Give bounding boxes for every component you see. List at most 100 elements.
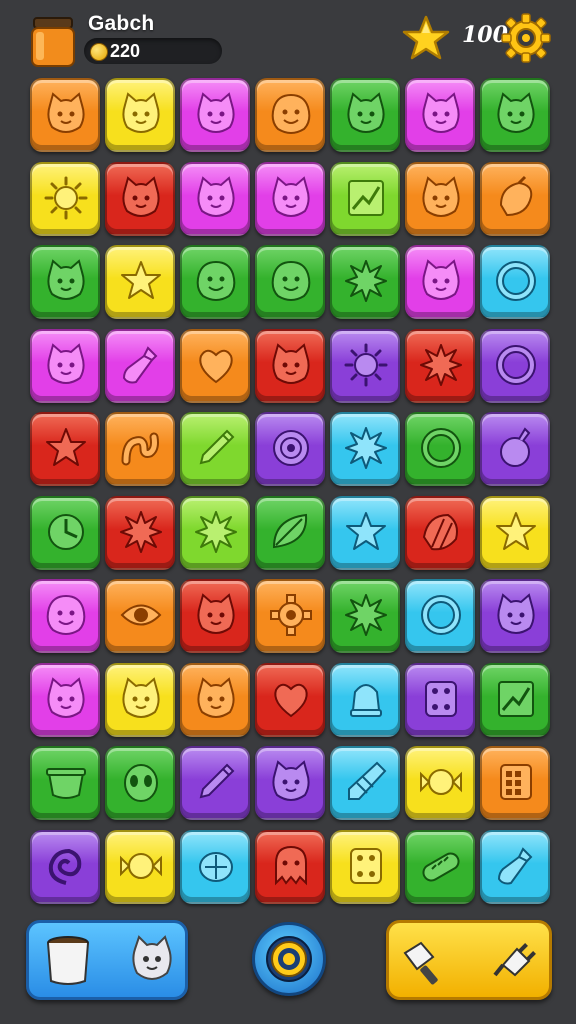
cat-face-icon — [272, 760, 310, 801]
tile-burst[interactable] — [405, 328, 475, 403]
tile-cat-face[interactable] — [30, 662, 100, 737]
tile-cat-face[interactable] — [30, 328, 100, 403]
tile-cat-face[interactable] — [105, 161, 175, 236]
tile-candy[interactable] — [105, 829, 175, 904]
tile-turtle[interactable] — [180, 829, 250, 904]
tile-heart[interactable] — [180, 328, 250, 403]
star-icon — [496, 511, 536, 550]
berry-icon — [499, 175, 533, 216]
tile-worm[interactable] — [105, 412, 175, 486]
tile-leaf[interactable] — [255, 495, 325, 570]
tile-burst[interactable] — [330, 412, 400, 486]
tile-chart[interactable] — [330, 161, 400, 236]
tile-ring[interactable] — [405, 412, 475, 486]
hammer-icon — [403, 941, 438, 985]
tile-cat-face[interactable] — [405, 78, 475, 152]
tile-berry[interactable] — [480, 161, 550, 236]
target-icon — [266, 936, 312, 982]
tile-burst[interactable] — [330, 245, 400, 319]
tile-cat-face[interactable] — [255, 746, 325, 820]
booster-button-left[interactable] — [26, 920, 188, 1000]
tile-cat-face[interactable] — [180, 579, 250, 653]
booster-button-right[interactable] — [386, 920, 552, 1000]
tile-potion[interactable] — [480, 412, 550, 486]
tile-kite[interactable] — [330, 746, 400, 820]
tile-cat-face[interactable] — [480, 78, 550, 152]
smile-face-icon — [46, 594, 86, 635]
tile-candy[interactable] — [405, 746, 475, 820]
honey-jar-icon[interactable] — [28, 16, 78, 68]
cat-face-icon — [197, 593, 235, 634]
tile-swirl[interactable] — [30, 829, 100, 904]
tile-pencil[interactable] — [180, 746, 250, 820]
worm-icon — [121, 432, 159, 466]
bowl-icon — [46, 768, 86, 799]
tile-cat-face[interactable] — [255, 161, 325, 236]
tile-star[interactable] — [480, 495, 550, 570]
target-icon — [273, 430, 309, 466]
tile-heart[interactable] — [255, 662, 325, 737]
tile-cat-face[interactable] — [405, 245, 475, 319]
burst-icon — [420, 343, 462, 386]
star-icon — [46, 428, 86, 466]
eye-icon — [120, 604, 162, 626]
tile-cat-face[interactable] — [105, 662, 175, 737]
tile-star[interactable] — [105, 245, 175, 319]
ghost-icon — [275, 845, 307, 885]
star-icon[interactable] — [402, 14, 450, 62]
tile-clock[interactable] — [30, 495, 100, 570]
tile-ghost[interactable] — [255, 829, 325, 904]
tile-star[interactable] — [330, 495, 400, 570]
tile-smile-face[interactable] — [255, 245, 325, 319]
tile-alien[interactable] — [105, 746, 175, 820]
tile-sun[interactable] — [330, 328, 400, 403]
tile-cat-face[interactable] — [180, 662, 250, 737]
tile-burst[interactable] — [105, 495, 175, 570]
tile-ring[interactable] — [480, 245, 550, 319]
tile-bottle[interactable] — [105, 328, 175, 403]
tile-pencil[interactable] — [180, 412, 250, 486]
tile-smile-face[interactable] — [180, 245, 250, 319]
tile-cat-face[interactable] — [180, 78, 250, 152]
tile-pickle[interactable] — [405, 829, 475, 904]
ring-icon — [421, 428, 461, 468]
tile-gear[interactable] — [255, 579, 325, 653]
smile-face-icon — [271, 93, 311, 134]
tile-cat-face[interactable] — [480, 579, 550, 653]
cat-face-icon — [497, 92, 535, 133]
tile-target[interactable] — [255, 412, 325, 486]
tile-smile-face[interactable] — [30, 579, 100, 653]
tile-shell[interactable] — [405, 495, 475, 570]
center-action-button[interactable] — [252, 922, 326, 996]
tile-cat-face[interactable] — [405, 161, 475, 236]
cat-face-icon — [132, 935, 172, 980]
tile-grid[interactable] — [480, 746, 550, 820]
tile-cat-face[interactable] — [180, 161, 250, 236]
turtle-icon — [199, 851, 233, 882]
tile-cat-face[interactable] — [30, 78, 100, 152]
tile-cat-face[interactable] — [30, 245, 100, 319]
tile-dice[interactable] — [330, 829, 400, 904]
tile-star[interactable] — [30, 412, 100, 486]
tile-bowl[interactable] — [30, 746, 100, 820]
tile-dice[interactable] — [405, 662, 475, 737]
tile-bell[interactable] — [330, 662, 400, 737]
gear-icon[interactable] — [500, 12, 552, 64]
candy-icon — [420, 769, 462, 795]
tile-ring[interactable] — [405, 579, 475, 653]
tile-smile-face[interactable] — [255, 78, 325, 152]
tile-chart[interactable] — [480, 662, 550, 737]
tile-cat-face[interactable] — [255, 328, 325, 403]
tile-sun[interactable] — [30, 161, 100, 236]
tile-burst[interactable] — [330, 579, 400, 653]
tile-bottle[interactable] — [480, 829, 550, 904]
shell-icon — [422, 513, 458, 550]
cat-face-icon — [47, 259, 85, 300]
tile-cat-face[interactable] — [330, 78, 400, 152]
pickle-icon — [422, 852, 460, 881]
tile-burst[interactable] — [180, 495, 250, 570]
tile-cat-face[interactable] — [105, 78, 175, 152]
tile-ring[interactable] — [480, 328, 550, 403]
tile-eye[interactable] — [105, 579, 175, 653]
gear-icon — [270, 594, 312, 636]
